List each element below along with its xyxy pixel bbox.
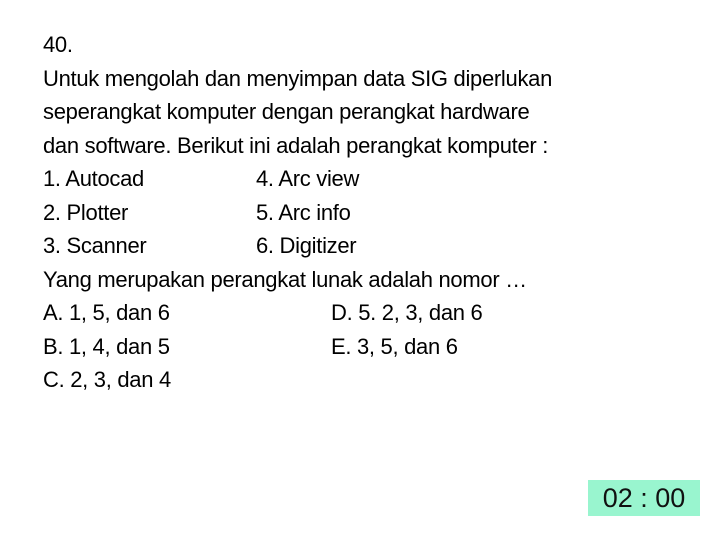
question-block: 40. Untuk mengolah dan menyimpan data SI… bbox=[43, 28, 703, 397]
question-stem-line: seperangkat komputer dengan perangkat ha… bbox=[43, 99, 530, 124]
item-entry: 4. Arc view bbox=[256, 166, 360, 191]
item-entry: 2. Plotter bbox=[43, 199, 129, 225]
option-row: A. 1, 5, dan 6 D. 5. 2, 3, dan 6 bbox=[43, 296, 703, 330]
option-row: B. 1, 4, dan 5 E. 3, 5, dan 6 bbox=[43, 330, 703, 364]
answer-option-e[interactable]: E. 3, 5, dan 6 bbox=[331, 330, 458, 364]
question-stem-line: dan software. Berikut ini adalah perangk… bbox=[43, 132, 549, 158]
item-row: 1. Autocad 4. Arc view bbox=[43, 162, 703, 196]
question-number: 40. bbox=[43, 32, 73, 57]
countdown-timer: 02 : 00 bbox=[588, 480, 700, 516]
answer-option-d[interactable]: D. 5. 2, 3, dan 6 bbox=[331, 296, 483, 330]
item-entry: 3. Scanner bbox=[43, 233, 147, 258]
answer-option-c[interactable]: C. 2, 3, dan 4 bbox=[43, 363, 331, 397]
item-entry: 1. Autocad bbox=[43, 166, 144, 191]
question-stem-line: Untuk mengolah dan menyimpan data SIG di… bbox=[43, 65, 553, 91]
item-row: 2. Plotter 5. Arc info bbox=[43, 196, 703, 230]
answer-option-b[interactable]: B. 1, 4, dan 5 bbox=[43, 330, 331, 364]
option-row: C. 2, 3, dan 4 bbox=[43, 363, 703, 397]
answer-option-a[interactable]: A. 1, 5, dan 6 bbox=[43, 296, 331, 330]
item-entry: 6. Digitizer bbox=[256, 233, 357, 258]
item-row: 3. Scanner 6. Digitizer bbox=[43, 229, 703, 263]
question-prompt: Yang merupakan perangkat lunak adalah no… bbox=[43, 266, 527, 292]
item-entry: 5. Arc info bbox=[256, 199, 351, 225]
